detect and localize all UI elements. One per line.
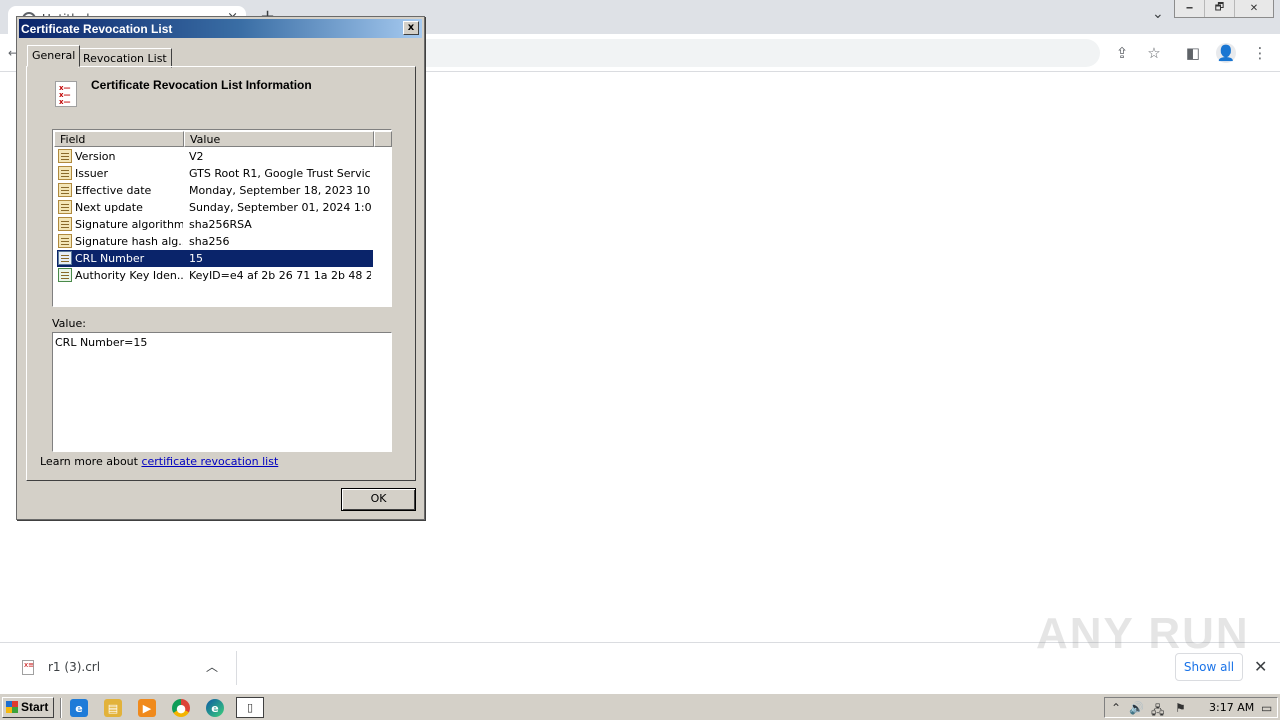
list-row-next-update[interactable]: Next update Sunday, September 01, 2024 1… — [57, 199, 373, 216]
row-value: KeyID=e4 af 2b 26 71 1a 2b 48 2... — [189, 269, 371, 282]
learn-more-link[interactable]: certificate revocation list — [141, 455, 278, 468]
list-row-crl-number[interactable]: CRL Number 15 — [57, 250, 373, 267]
anyrun-watermark: ANY RUN — [1036, 609, 1250, 658]
start-button[interactable]: Start — [2, 697, 54, 718]
row-field: Effective date — [75, 184, 152, 197]
extension-icon — [58, 251, 72, 265]
dialog-close-button[interactable]: x — [403, 21, 419, 35]
list-row-version[interactable]: Version V2 — [57, 148, 373, 165]
row-value: V2 — [189, 150, 204, 163]
minimize-button[interactable]: 🗕 — [1175, 0, 1205, 17]
system-tray: ⌃ 🔊 🖧 ⚑ 3:17 AM ▭ — [1104, 697, 1278, 718]
restore-button[interactable]: 🗗 — [1205, 0, 1235, 17]
list-row-signature-hash[interactable]: Signature hash alg... sha256 — [57, 233, 373, 250]
download-file-name[interactable]: r1 (3).crl — [48, 660, 100, 674]
window-controls: 🗕 🗗 ✕ — [1174, 0, 1274, 18]
list-row-authority-key-id[interactable]: Authority Key Iden... KeyID=e4 af 2b 26 … — [57, 267, 373, 284]
list-row-effective-date[interactable]: Effective date Monday, September 18, 202… — [57, 182, 373, 199]
windows-logo-icon — [6, 701, 18, 713]
column-header-filler — [374, 131, 392, 147]
value-textbox[interactable]: CRL Number=15 — [52, 332, 392, 452]
row-value: sha256 — [189, 235, 230, 248]
action-center-flag-icon[interactable]: ⚑ — [1175, 701, 1186, 715]
row-value: GTS Root R1, Google Trust Servic... — [189, 167, 371, 180]
row-value: Monday, September 18, 2023 10:... — [189, 184, 371, 197]
share-icon[interactable]: ⇪ — [1112, 43, 1132, 63]
learn-more-text: Learn more about certificate revocation … — [40, 455, 278, 468]
show-all-button[interactable]: Show all — [1175, 653, 1243, 681]
value-label: Value: — [52, 317, 86, 330]
dialog-title: Certificate Revocation List — [21, 22, 173, 36]
profile-avatar-icon[interactable]: 👤 — [1216, 43, 1236, 63]
side-panel-icon[interactable]: ◧ — [1183, 43, 1203, 63]
menu-kebab-icon[interactable]: ⋮ — [1250, 43, 1270, 63]
file-explorer-icon[interactable]: ▤ — [104, 699, 122, 717]
crl-document-icon: x— x— x— — [55, 81, 77, 107]
learn-more-label: Learn more about — [40, 455, 138, 468]
internet-explorer-icon[interactable]: e — [70, 699, 88, 717]
tray-expand-icon[interactable]: ⌃ — [1111, 701, 1121, 715]
column-header-field[interactable]: Field — [54, 131, 184, 147]
list-row-issuer[interactable]: Issuer GTS Root R1, Google Trust Servic.… — [57, 165, 373, 182]
ok-button[interactable]: OK — [341, 488, 416, 511]
field-icon — [58, 149, 72, 163]
row-field: Signature hash alg... — [75, 235, 183, 248]
volume-icon[interactable]: 🔊 — [1129, 701, 1144, 715]
field-icon — [58, 234, 72, 248]
row-field: Version — [75, 150, 116, 163]
close-icon[interactable]: ✕ — [1254, 657, 1267, 676]
fields-listview[interactable]: Field Value Version V2 Issuer GTS Root R… — [52, 129, 392, 307]
column-header-value[interactable]: Value — [184, 131, 374, 147]
row-field: Authority Key Iden... — [75, 269, 183, 282]
crl-dialog: Certificate Revocation List x General Re… — [16, 16, 425, 520]
media-player-icon[interactable]: ▶ — [138, 699, 156, 717]
taskbar-separator — [60, 698, 62, 718]
field-icon — [58, 166, 72, 180]
row-value: Sunday, September 01, 2024 1:00... — [189, 201, 371, 214]
crl-window-taskbar-button[interactable]: ▯ — [236, 697, 264, 718]
row-field: CRL Number — [75, 252, 145, 265]
row-field: Next update — [75, 201, 143, 214]
show-desktop-icon[interactable]: ▭ — [1261, 701, 1272, 715]
listview-header: Field Value — [54, 131, 392, 147]
general-panel: x— x— x— Certificate Revocation List Infor… — [26, 66, 416, 481]
field-icon — [58, 217, 72, 231]
download-bar: r1 (3).crl ︿ ANY RUN Show all ✕ — [0, 609, 1280, 692]
chevron-up-icon[interactable]: ︿ — [206, 658, 218, 675]
network-icon[interactable]: 🖧 — [1151, 701, 1164, 720]
row-value: 15 — [189, 252, 203, 265]
chrome-icon[interactable]: ● — [172, 699, 190, 717]
start-label: Start — [21, 700, 49, 714]
extension-icon — [58, 268, 72, 282]
taskbar: Start e ▤ ▶ ● e ▯ ⌃ 🔊 🖧 ⚑ 3:17 AM ▭ — [0, 693, 1280, 720]
download-divider — [236, 651, 237, 685]
panel-heading: Certificate Revocation List Information — [91, 78, 312, 92]
crl-file-icon — [22, 660, 34, 675]
tab-revocation-list[interactable]: Revocation List — [78, 48, 172, 68]
field-icon — [58, 200, 72, 214]
dialog-titlebar[interactable]: Certificate Revocation List x — [19, 19, 422, 38]
bookmark-star-icon[interactable]: ☆ — [1144, 43, 1164, 63]
field-icon — [58, 183, 72, 197]
row-field: Signature algorithm — [75, 218, 183, 231]
edge-icon[interactable]: e — [206, 699, 224, 717]
row-value: sha256RSA — [189, 218, 252, 231]
row-field: Issuer — [75, 167, 108, 180]
taskbar-clock[interactable]: 3:17 AM — [1209, 701, 1254, 714]
close-window-button[interactable]: ✕ — [1235, 0, 1273, 17]
tab-general[interactable]: General — [27, 45, 81, 67]
tab-search-icon[interactable]: ⌄ — [1152, 6, 1164, 22]
list-row-signature-algorithm[interactable]: Signature algorithm sha256RSA — [57, 216, 373, 233]
